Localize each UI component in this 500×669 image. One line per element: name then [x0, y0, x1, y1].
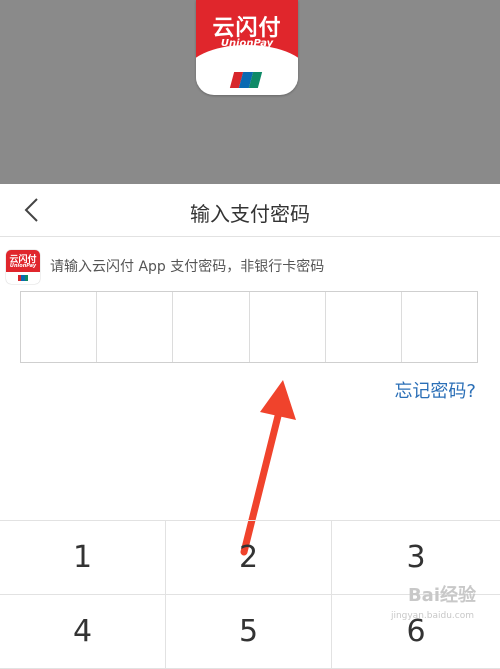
logo-en-text: UnionPay — [220, 38, 274, 49]
pin-cell[interactable] — [173, 292, 250, 362]
unionpay-mini-logo-icon: 云闪付 UnionPay — [6, 250, 40, 284]
page-title: 输入支付密码 — [190, 202, 310, 226]
mini-logo-en-text: UnionPay — [9, 263, 37, 269]
pin-cell[interactable] — [250, 292, 326, 362]
password-sheet: 输入支付密码 云闪付 UnionPay 请输入云闪付 App 支付密码，非银行卡… — [0, 184, 500, 669]
key-4[interactable]: 4 — [0, 595, 166, 669]
pin-cell[interactable] — [21, 292, 98, 362]
number-keypad: 1 2 3 4 5 6 Bai经验 jingyan.baidu.com — [0, 520, 500, 669]
key-1[interactable]: 1 — [0, 521, 166, 595]
watermark-sub: jingyan.baidu.com — [390, 611, 474, 621]
sheet-header: 输入支付密码 — [0, 184, 500, 237]
unionpay-flag-icon — [229, 72, 263, 88]
pin-cell[interactable] — [402, 292, 477, 362]
key-5[interactable]: 5 — [166, 595, 332, 669]
pin-input[interactable] — [20, 291, 478, 363]
hint-text: 请输入云闪付 App 支付密码，非银行卡密码 — [50, 259, 325, 275]
pin-cell[interactable] — [326, 292, 402, 362]
pin-cell[interactable] — [97, 292, 174, 362]
watermark: Bai经验 — [407, 585, 476, 606]
key-2[interactable]: 2 — [166, 521, 332, 595]
hint-row: 云闪付 UnionPay 请输入云闪付 App 支付密码，非银行卡密码 — [0, 248, 500, 288]
forgot-password-link[interactable]: 忘记密码? — [394, 377, 476, 403]
unionpay-app-logo: 云闪付 UnionPay — [196, 0, 298, 95]
